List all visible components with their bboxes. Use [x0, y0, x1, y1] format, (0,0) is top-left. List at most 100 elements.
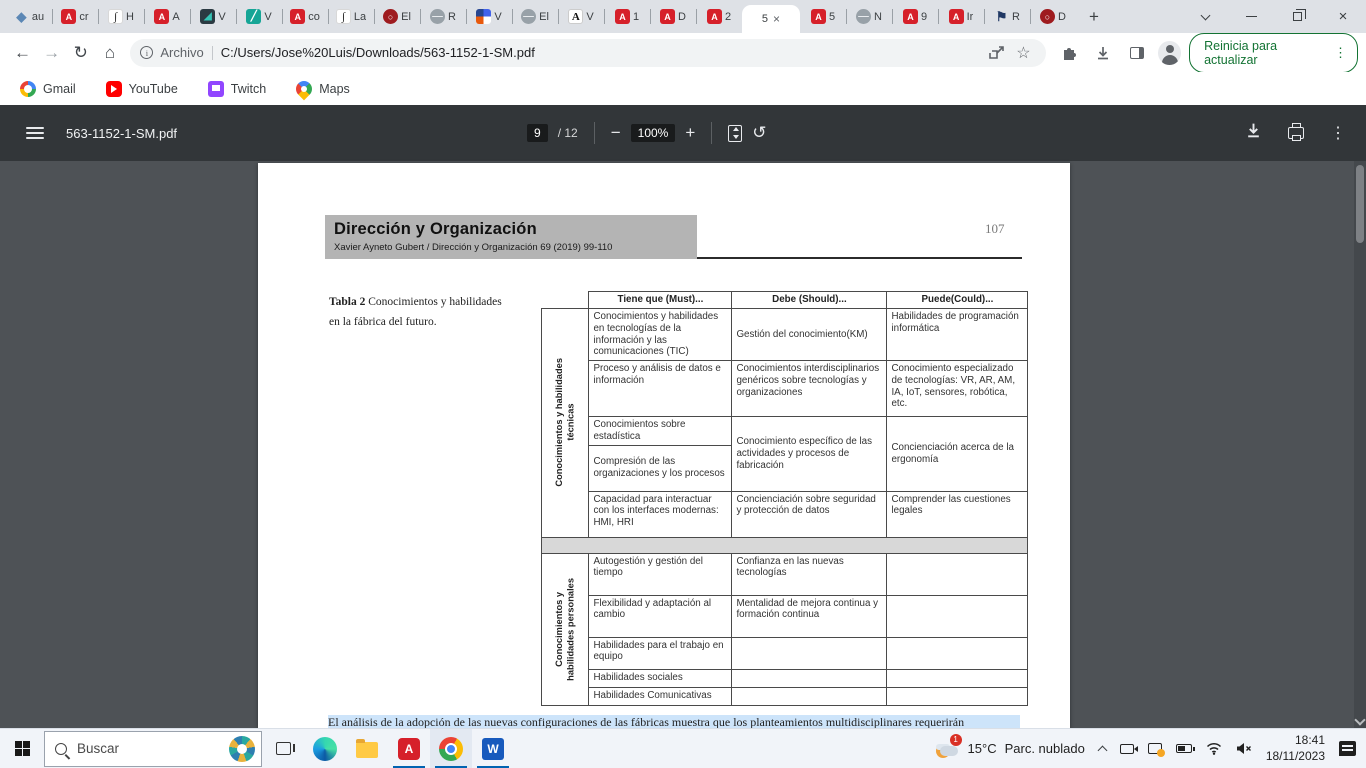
new-tab-button[interactable]: + — [1080, 3, 1108, 31]
browser-menu-kebab-icon[interactable]: ⋮ — [1334, 45, 1347, 61]
pdf-download-icon[interactable] — [1245, 122, 1262, 144]
browser-tab[interactable]: A5 — [800, 0, 846, 33]
extensions-icon[interactable] — [1056, 40, 1082, 66]
browser-tab[interactable]: A2 — [696, 0, 742, 33]
pdf-page-controls: 9 / 12 − 100% + ↺ — [527, 122, 767, 144]
table-row: Habilidades Comunicativas — [542, 687, 1028, 705]
minimize-button[interactable] — [1228, 0, 1274, 33]
task-view-icon — [276, 742, 291, 755]
table-caption: Tabla 2 Conocimientos y habilidades en l… — [329, 292, 502, 332]
browser-tab[interactable]: AA — [144, 0, 190, 33]
close-tab-icon[interactable]: × — [773, 12, 780, 26]
pdf-scrollbar[interactable] — [1354, 161, 1366, 728]
table-cell: Conocimientos interdisciplinarios genéri… — [732, 361, 887, 417]
rotate-icon[interactable]: ↺ — [752, 123, 766, 143]
taskbar-app-chrome[interactable] — [430, 729, 472, 768]
home-icon[interactable]: ⌂ — [95, 38, 124, 68]
pdf-menu-icon[interactable] — [26, 127, 44, 139]
globe-favicon — [430, 9, 445, 24]
browser-tab[interactable]: ○D — [1030, 0, 1076, 33]
browser-tab[interactable]: ◢V — [190, 0, 236, 33]
side-panel-icon[interactable] — [1124, 40, 1150, 66]
journal-citation: Xavier Ayneto Gubert / Dirección y Organ… — [334, 242, 687, 253]
tab-title: V — [494, 11, 501, 23]
tab-title: 2 — [725, 11, 731, 23]
bookmark-maps[interactable]: Maps — [296, 81, 350, 97]
weather-widget[interactable]: 1 15°C Parc. nublado — [934, 738, 1085, 760]
profile-avatar[interactable] — [1158, 41, 1181, 65]
back-icon[interactable]: ← — [8, 38, 37, 68]
bookmark-twitch[interactable]: Twitch — [208, 81, 266, 97]
taskbar-app-edge[interactable] — [304, 729, 346, 768]
browser-tab[interactable]: R — [420, 0, 466, 33]
start-button[interactable] — [0, 729, 44, 768]
address-bar[interactable]: i Archivo C:/Users/Jose%20Luis/Downloads… — [130, 39, 1046, 67]
taskbar-app-acrobat[interactable]: A — [388, 729, 430, 768]
browser-tab[interactable]: AV — [558, 0, 604, 33]
browser-tab[interactable]: AIr — [938, 0, 984, 33]
fit-to-page-icon[interactable] — [728, 125, 742, 142]
table-cell: Conocimiento específico de las actividad… — [732, 417, 887, 492]
pdf-page: Dirección y Organización Xavier Ayneto G… — [258, 163, 1070, 728]
scroll-down-icon[interactable] — [1354, 714, 1365, 725]
task-view-button[interactable] — [262, 729, 304, 768]
pdf-print-icon[interactable] — [1288, 127, 1304, 139]
taskbar-app-explorer[interactable] — [346, 729, 388, 768]
page-number-input[interactable]: 9 — [527, 124, 548, 142]
browser-tab[interactable]: ○El — [374, 0, 420, 33]
tab-search-chevron-icon[interactable] — [1182, 0, 1228, 33]
browser-tab[interactable]: A1 — [604, 0, 650, 33]
table-cell: Capacidad para interactuar con los inter… — [589, 491, 732, 537]
browser-tab[interactable]: ╱V — [236, 0, 282, 33]
browser-tab[interactable]: ∫H — [98, 0, 144, 33]
notification-center-icon[interactable] — [1339, 741, 1356, 756]
sync-notification-icon[interactable] — [1148, 743, 1162, 754]
forward-icon[interactable]: → — [37, 38, 66, 68]
scrollbar-thumb[interactable] — [1356, 165, 1364, 243]
windows-taskbar: Buscar A W 1 15°C Parc. nublado — [0, 728, 1366, 768]
browser-tab[interactable]: Acr — [52, 0, 98, 33]
zoom-level-input[interactable]: 100% — [631, 124, 676, 142]
page-info-icon[interactable]: i — [140, 46, 153, 59]
pdf-more-icon[interactable]: ⋮ — [1330, 123, 1346, 143]
taskbar-clock[interactable]: 18:41 18/11/2023 — [1266, 733, 1325, 764]
browser-tab[interactable]: AD — [650, 0, 696, 33]
close-window-button[interactable]: × — [1320, 0, 1366, 33]
bookmark-star-icon[interactable]: ☆ — [1010, 40, 1036, 66]
bookmark-label: YouTube — [129, 82, 178, 96]
zoom-out-button[interactable]: − — [611, 123, 621, 143]
reload-icon[interactable]: ↻ — [66, 38, 95, 68]
restore-button[interactable] — [1274, 0, 1320, 33]
browser-tab[interactable]: ◆au — [6, 0, 52, 33]
browser-tab[interactable]: V — [466, 0, 512, 33]
share-icon[interactable] — [984, 40, 1010, 66]
table-separator-row — [542, 537, 1028, 553]
zoom-in-button[interactable]: + — [685, 123, 695, 143]
table-row: Conocimientos sobre estadística Conocimi… — [542, 417, 1028, 446]
meet-now-icon[interactable] — [1120, 744, 1134, 754]
gmail-icon — [20, 81, 36, 97]
taskbar-search-input[interactable]: Buscar — [44, 731, 262, 767]
browser-tab[interactable]: A9 — [892, 0, 938, 33]
battery-icon[interactable] — [1176, 744, 1192, 753]
tray-chevron-up-icon[interactable] — [1099, 743, 1106, 754]
browser-tab[interactable]: El — [512, 0, 558, 33]
active-browser-tab[interactable]: 5× — [742, 5, 800, 33]
browser-tab[interactable]: ∫La — [328, 0, 374, 33]
volume-muted-icon[interactable] — [1236, 742, 1252, 755]
search-highlight-icon[interactable] — [229, 736, 255, 762]
bookmark-youtube[interactable]: YouTube — [106, 81, 178, 97]
photo-favicon: ◢ — [200, 9, 215, 24]
restart-to-update-button[interactable]: Reinicia para actualizar ⋮ — [1189, 33, 1358, 73]
browser-tab[interactable]: ⚑R — [984, 0, 1030, 33]
downloads-icon[interactable] — [1090, 40, 1116, 66]
taskbar-app-word[interactable]: W — [472, 729, 514, 768]
globe-favicon — [856, 9, 871, 24]
browser-tab[interactable]: N — [846, 0, 892, 33]
bookmark-gmail[interactable]: Gmail — [20, 81, 76, 97]
tab-title: El — [539, 11, 549, 23]
wifi-icon[interactable] — [1206, 742, 1222, 755]
browser-tab[interactable]: Aco — [282, 0, 328, 33]
table-cell — [887, 669, 1028, 687]
tab-title: V — [218, 11, 225, 23]
